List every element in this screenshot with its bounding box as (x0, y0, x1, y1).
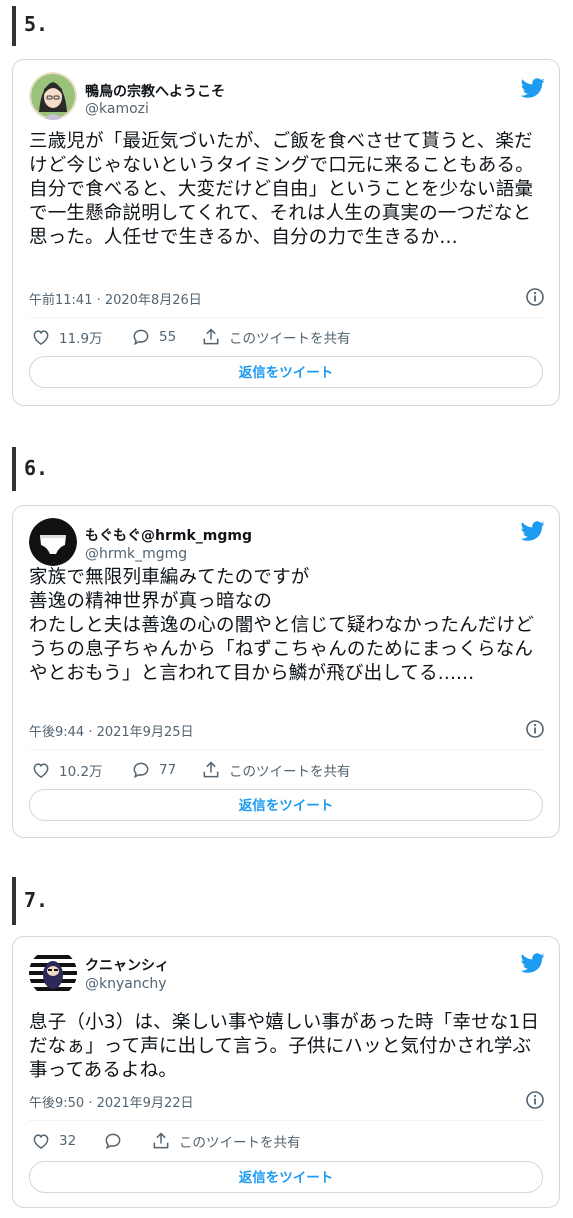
striped-character-avatar-icon (29, 949, 77, 997)
tweet-card[interactable]: もぐもぐ@hrmk_mgmg @hrmk_mgmg 家族で無限列車編みてたのです… (12, 505, 560, 838)
underwear-avatar-icon (29, 518, 77, 566)
share-action[interactable]: このツイートを共有 (151, 1130, 301, 1152)
reply-action[interactable]: 77 (131, 759, 176, 781)
info-icon[interactable] (525, 1090, 545, 1110)
tweet-timestamp[interactable]: 午後9:44 · 2021年9月25日 (29, 721, 194, 740)
divider (29, 317, 543, 318)
divider (29, 1120, 543, 1121)
reply-action[interactable]: 55 (131, 326, 176, 348)
reply-bubble-icon (105, 1133, 121, 1150)
reply-count: 55 (159, 329, 177, 345)
share-action[interactable]: このツイートを共有 (201, 759, 351, 781)
like-count: 10.2万 (59, 764, 103, 780)
like-action[interactable]: 32 (31, 1130, 76, 1152)
heart-icon (33, 763, 49, 778)
like-count: 32 (59, 1133, 77, 1149)
user-handle[interactable]: @hrmk_mgmg (85, 546, 187, 562)
tweet-text: 家族で無限列車編みてたのですが 善逸の精神世界が真っ暗なの わたしと夫は善逸の心… (29, 567, 534, 684)
reply-bubble-icon (133, 329, 149, 346)
reply-count: 77 (159, 762, 177, 778)
reply-action[interactable] (103, 1130, 131, 1152)
share-label: このツイートを共有 (179, 1135, 301, 1151)
share-icon (203, 761, 219, 778)
display-name[interactable]: もぐもぐ@hrmk_mgmg (85, 525, 252, 545)
info-icon[interactable] (525, 287, 545, 307)
avatar[interactable] (29, 72, 77, 120)
share-action[interactable]: このツイートを共有 (201, 326, 351, 348)
info-icon[interactable] (525, 719, 545, 739)
tweet-timestamp[interactable]: 午前11:41 · 2020年8月26日 (29, 289, 202, 308)
tweet-text: 息子（小3）は、楽しい事や嬉しい事があった時「幸せな1日だなぁ」って声に出して言… (29, 1012, 540, 1081)
user-handle[interactable]: @knyanchy (85, 976, 167, 992)
twitter-bird-icon[interactable] (521, 76, 545, 100)
avatar[interactable] (29, 518, 77, 566)
heart-icon (33, 1134, 49, 1149)
section-number: 6. (24, 456, 49, 480)
share-label: このツイートを共有 (229, 764, 351, 780)
like-action[interactable]: 10.2万 (31, 759, 103, 781)
anime-girl-avatar-icon (29, 72, 77, 120)
tweet-card[interactable]: 鴨鳥の宗教へようこそ @kamozi 三歳児が「最近気づいたが、ご飯を食べさせて… (12, 59, 560, 406)
divider (29, 749, 543, 750)
twitter-bird-icon[interactable] (521, 519, 545, 543)
like-count: 11.9万 (59, 331, 103, 347)
section-number-bar (12, 447, 16, 491)
tweet-timestamp[interactable]: 午後9:50 · 2021年9月22日 (29, 1092, 194, 1111)
reply-tweet-button[interactable]: 返信をツイート (29, 789, 543, 821)
twitter-bird-icon[interactable] (521, 951, 545, 975)
section-number: 7. (24, 888, 49, 912)
share-icon (153, 1132, 169, 1149)
like-action[interactable]: 11.9万 (31, 326, 103, 348)
avatar[interactable] (29, 949, 77, 997)
heart-icon (33, 330, 49, 345)
display-name[interactable]: 鴨鳥の宗教へようこそ (85, 81, 225, 101)
reply-tweet-button[interactable]: 返信をツイート (29, 356, 543, 388)
section-number-bar (12, 877, 16, 925)
user-handle[interactable]: @kamozi (85, 101, 149, 117)
tweet-card[interactable]: クニャンシィ @knyanchy 息子（小3）は、楽しい事や嬉しい事があった時「… (12, 936, 560, 1208)
tweet-text: 三歳児が「最近気づいたが、ご飯を食べさせて貰うと、楽だけど今じゃないというタイミ… (29, 131, 534, 248)
share-label: このツイートを共有 (229, 331, 351, 347)
reply-tweet-button[interactable]: 返信をツイート (29, 1161, 543, 1193)
share-icon (203, 328, 219, 345)
display-name[interactable]: クニャンシィ (85, 955, 169, 975)
reply-bubble-icon (133, 762, 149, 779)
section-number: 5. (24, 12, 49, 36)
section-number-bar (12, 6, 16, 46)
